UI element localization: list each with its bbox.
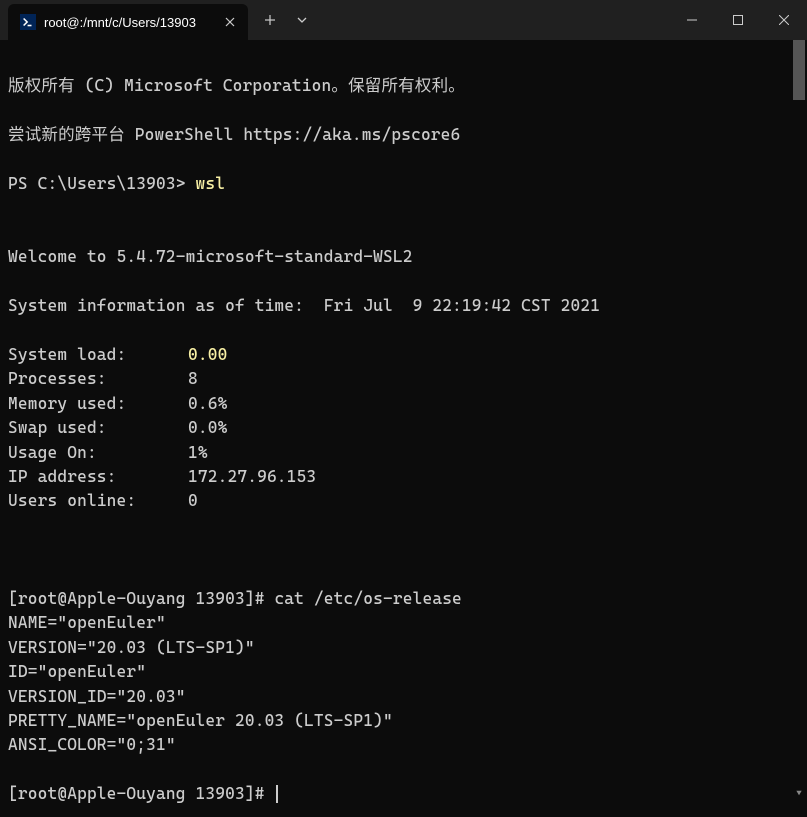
shell-command-1: cat /etc/os-release xyxy=(274,589,462,608)
os-release-3: VERSION_ID="20.03" xyxy=(8,687,186,706)
scroll-down-icon[interactable]: ▼ xyxy=(791,786,807,802)
titlebar: root@:/mnt/c/Users/13903 xyxy=(0,0,807,40)
stat-usage-on: Usage On:1% xyxy=(8,441,799,465)
tab-close-button[interactable] xyxy=(220,12,240,32)
ps-prompt: PS C:\Users\13903> xyxy=(8,174,196,193)
close-button[interactable] xyxy=(761,0,807,40)
sysinfo-header: System information as of time: Fri Jul 9… xyxy=(8,296,600,315)
stat-processes: Processes:8 xyxy=(8,367,799,391)
stat-ip-address: IP address:172.27.96.153 xyxy=(8,465,799,489)
ps-command: wsl xyxy=(196,174,226,193)
welcome-line: Welcome to 5.4.72-microsoft-standard-WSL… xyxy=(8,247,413,266)
os-release-1: VERSION="20.03 (LTS-SP1)" xyxy=(8,638,255,657)
terminal-area[interactable]: 版权所有 (C) Microsoft Corporation。保留所有权利。 尝… xyxy=(0,40,807,802)
window-controls xyxy=(669,0,807,40)
powershell-icon xyxy=(20,14,36,30)
shell-prompt-1: [root@Apple-Ouyang 13903]# xyxy=(8,589,274,608)
tab-title: root@:/mnt/c/Users/13903 xyxy=(44,15,212,30)
shell-prompt-2: [root@Apple-Ouyang 13903]# xyxy=(8,784,274,803)
scrollbar[interactable]: ▲ ▼ xyxy=(791,40,807,802)
stat-system-load: System load:0.00 xyxy=(8,343,799,367)
minimize-button[interactable] xyxy=(669,0,715,40)
maximize-button[interactable] xyxy=(715,0,761,40)
os-release-0: NAME="openEuler" xyxy=(8,613,166,632)
terminal-content[interactable]: 版权所有 (C) Microsoft Corporation。保留所有权利。 尝… xyxy=(0,40,807,817)
os-release-5: ANSI_COLOR="0;31" xyxy=(8,735,176,754)
active-tab[interactable]: root@:/mnt/c/Users/13903 xyxy=(8,4,248,40)
tab-dropdown-button[interactable] xyxy=(288,2,316,38)
new-tab-button[interactable] xyxy=(252,2,288,38)
os-release-4: PRETTY_NAME="openEuler 20.03 (LTS-SP1)" xyxy=(8,711,393,730)
pscore-line: 尝试新的跨平台 PowerShell https://aka.ms/pscore… xyxy=(8,125,460,144)
copyright-line: 版权所有 (C) Microsoft Corporation。保留所有权利。 xyxy=(8,76,465,95)
tab-actions xyxy=(252,0,316,40)
cursor-icon xyxy=(276,785,278,803)
stat-memory-used: Memory used:0.6% xyxy=(8,392,799,416)
scroll-thumb[interactable] xyxy=(793,40,805,100)
stat-swap-used: Swap used:0.0% xyxy=(8,416,799,440)
stat-users-online: Users online:0 xyxy=(8,489,799,513)
os-release-2: ID="openEuler" xyxy=(8,662,146,681)
